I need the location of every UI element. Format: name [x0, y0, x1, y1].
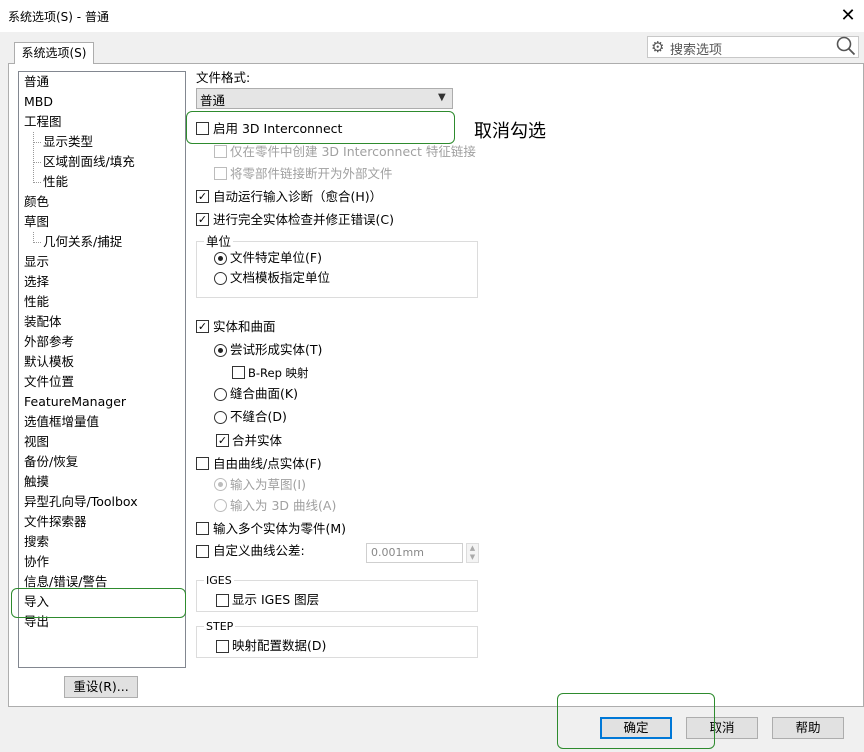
as-sketch-label: 输入为草图(I) — [230, 477, 306, 492]
knit-surface-label: 缝合曲面(K) — [230, 386, 298, 401]
tree-item-colors[interactable]: 颜色 — [24, 192, 49, 212]
tree-item-performance[interactable]: 性能 — [24, 292, 49, 312]
brep-label: B-Rep 映射 — [248, 366, 309, 380]
tree-item-default-templates[interactable]: 默认模板 — [24, 352, 74, 372]
tree-item-search[interactable]: 搜索 — [24, 532, 49, 552]
no-knit-label: 不缝合(D) — [230, 409, 287, 424]
merge-solid-label: 合并实体 — [232, 433, 283, 448]
annotation-highlight-import — [11, 588, 186, 618]
iges-group-label: IGES — [204, 573, 234, 589]
units-template-radio[interactable] — [214, 272, 227, 285]
tree-item-external-references[interactable]: 外部参考 — [24, 332, 74, 352]
tree-item-backup-recover[interactable]: 备份/恢复 — [24, 452, 78, 472]
free-curve-checkbox[interactable] — [196, 457, 209, 470]
try-solid-radio[interactable] — [214, 344, 227, 357]
tolerance-field[interactable]: 0.001mm — [366, 543, 463, 563]
step-map-checkbox[interactable] — [216, 640, 229, 653]
iges-layers-checkbox[interactable] — [216, 594, 229, 607]
step-map-label: 映射配置数据(D) — [232, 638, 327, 653]
tree-item-featuremanager[interactable]: FeatureManager — [24, 392, 126, 412]
multi-body-label: 输入多个实体为零件(M) — [213, 521, 347, 536]
tree-item-sketch[interactable]: 草图 — [24, 212, 49, 232]
tree-item-drawings[interactable]: 工程图 — [24, 112, 62, 132]
tree-connector — [33, 142, 41, 143]
tree-item-view[interactable]: 视图 — [24, 432, 49, 452]
tree-item-display-style[interactable]: 显示类型 — [43, 132, 93, 152]
close-button[interactable]: ✕ — [836, 4, 860, 28]
free-curve-label: 自由曲线/点实体(F) — [213, 456, 322, 471]
file-format-value: 普通 — [200, 93, 226, 108]
step-group-label: STEP — [204, 619, 236, 635]
as-3d-curve-label: 输入为 3D 曲线(A) — [230, 498, 337, 513]
tree-connector — [33, 132, 34, 183]
custom-tolerance-checkbox[interactable] — [196, 545, 209, 558]
knit-surface-radio[interactable] — [214, 388, 227, 401]
tree-item-drawing-performance[interactable]: 性能 — [43, 172, 68, 192]
tree-connector — [33, 162, 41, 163]
tab-system-options[interactable]: 系统选项(S) — [14, 42, 94, 64]
title-bar — [0, 0, 864, 32]
no-knit-radio[interactable] — [214, 411, 227, 424]
full-check-label: 进行完全实体检查并修正错误(C) — [213, 212, 394, 227]
solid-surface-label: 实体和曲面 — [213, 319, 276, 334]
merge-solid-checkbox[interactable]: ✓ — [216, 434, 229, 447]
window-title: 系统选项(S) - 普通 — [8, 10, 109, 24]
only-in-part-label: 仅在零件中创建 3D Interconnect 特征链接 — [230, 144, 476, 159]
search-icon[interactable] — [835, 35, 857, 57]
tree-item-touch[interactable]: 触摸 — [24, 472, 49, 492]
reset-button[interactable]: 重设(R)... — [64, 676, 138, 698]
category-tree[interactable]: 普通 MBD 工程图 显示类型 区域剖面线/填充 性能 颜色 草图 几何关系/捕… — [18, 71, 186, 668]
file-format-label: 文件格式: — [196, 70, 251, 85]
tree-item-file-explorer[interactable]: 文件探索器 — [24, 512, 87, 532]
tree-connector — [33, 242, 41, 243]
chevron-down-icon[interactable]: ▼ — [438, 92, 446, 103]
tree-item-general[interactable]: 普通 — [24, 72, 49, 92]
tree-item-relations-snaps[interactable]: 几何关系/捕捉 — [43, 232, 122, 252]
units-file-radio[interactable] — [214, 252, 227, 265]
auto-diagnose-label: 自动运行输入诊断（愈合(H)） — [213, 189, 383, 204]
break-link-label: 将零部件链接断开为外部文件 — [230, 166, 393, 181]
gear-icon[interactable]: ⚙ — [651, 38, 669, 56]
tree-item-hatch[interactable]: 区域剖面线/填充 — [43, 152, 135, 172]
break-link-checkbox — [214, 167, 227, 180]
tree-item-spin-box-increments[interactable]: 选值框增量值 — [24, 412, 99, 432]
tree-item-selection[interactable]: 选择 — [24, 272, 49, 292]
try-solid-label: 尝试形成实体(T) — [230, 342, 323, 357]
units-file-label: 文件特定单位(F) — [230, 250, 322, 265]
help-button[interactable]: 帮助 — [772, 717, 844, 739]
auto-diagnose-checkbox[interactable]: ✓ — [196, 190, 209, 203]
units-template-label: 文档模板指定单位 — [230, 270, 331, 285]
tolerance-spinner[interactable]: ▲ ▼ — [466, 543, 479, 563]
only-in-part-checkbox — [214, 145, 227, 158]
search-placeholder: 搜索选项 — [670, 43, 723, 58]
file-format-select[interactable] — [196, 88, 453, 109]
tree-item-file-locations[interactable]: 文件位置 — [24, 372, 74, 392]
tree-item-assemblies[interactable]: 装配体 — [24, 312, 62, 332]
tree-item-display[interactable]: 显示 — [24, 252, 49, 272]
solid-surface-checkbox[interactable]: ✓ — [196, 320, 209, 333]
as-sketch-radio — [214, 478, 227, 491]
tree-item-collaboration[interactable]: 协作 — [24, 552, 49, 572]
tree-item-mbd[interactable]: MBD — [24, 92, 53, 112]
tree-item-hole-wizard-toolbox[interactable]: 异型孔向导/Toolbox — [24, 492, 138, 512]
full-check-checkbox[interactable]: ✓ — [196, 213, 209, 226]
annotation-text: 取消勾选 — [474, 121, 546, 142]
as-3d-curve-radio — [214, 499, 227, 512]
tree-connector — [33, 182, 41, 183]
annotation-highlight-interconnect — [186, 111, 455, 144]
multi-body-checkbox[interactable] — [196, 522, 209, 535]
units-group-label: 单位 — [204, 234, 234, 250]
iges-layers-label: 显示 IGES 图层 — [232, 592, 320, 607]
brep-checkbox[interactable] — [232, 366, 245, 379]
custom-tolerance-label: 自定义曲线公差: — [213, 543, 305, 558]
annotation-highlight-ok — [557, 693, 715, 749]
